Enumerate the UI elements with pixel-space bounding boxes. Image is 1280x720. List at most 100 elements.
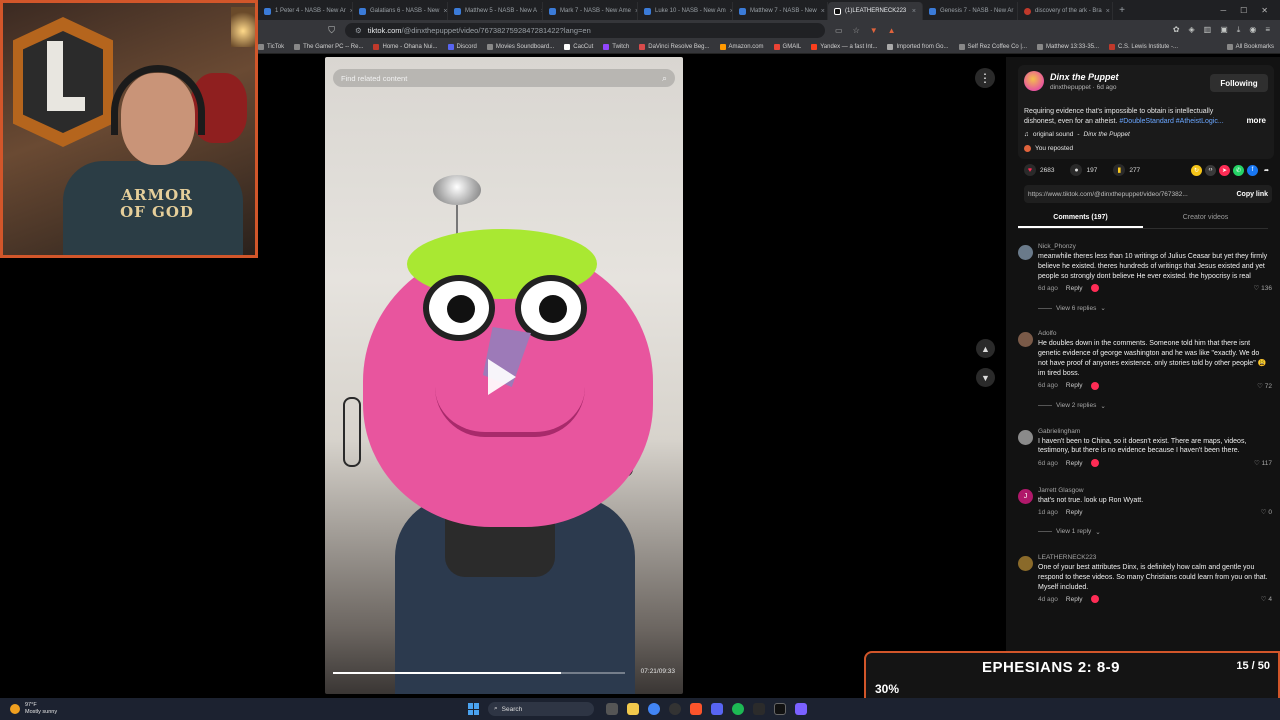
reply-button[interactable]: Reply — [1066, 596, 1083, 603]
bookmark-item[interactable]: GMAIL — [773, 43, 801, 50]
task-view-icon[interactable] — [606, 703, 618, 715]
comment-like-button[interactable]: ♡ 117 — [1254, 459, 1272, 467]
video-player[interactable]: Find related content ⌕ 07:21/09:33 — [325, 57, 683, 694]
file-explorer-icon[interactable] — [627, 703, 639, 715]
reply-button[interactable]: Reply — [1066, 460, 1083, 467]
browser-tab-active[interactable]: (1)LEATHERNECK223 × — [828, 2, 923, 20]
comment-like-button[interactable]: ♡ 72 — [1257, 382, 1272, 390]
sound-info[interactable]: ♫ original sound - Dinx the Puppet — [1024, 131, 1130, 138]
avatar[interactable] — [1018, 245, 1033, 260]
new-tab-button[interactable]: + — [1113, 5, 1131, 16]
discord-icon[interactable] — [711, 703, 723, 715]
reply-button[interactable]: Reply — [1066, 509, 1083, 516]
close-window-icon[interactable]: ✕ — [1261, 6, 1268, 15]
comment-username[interactable]: Jarrett Glasgow — [1038, 487, 1268, 494]
brave-icon[interactable] — [690, 703, 702, 715]
close-tab-icon[interactable]: × — [443, 8, 447, 15]
menu-icon[interactable]: ≡ — [1265, 25, 1270, 35]
bookmark-item[interactable]: Yandex — a fast Int... — [811, 43, 877, 50]
extension-icon[interactable]: ✿ — [1173, 25, 1180, 35]
maximize-icon[interactable]: ☐ — [1240, 6, 1247, 15]
bookmark-item[interactable]: Movies Soundboard... — [486, 43, 554, 50]
comment-like-button[interactable]: ♡ 0 — [1261, 508, 1272, 516]
bookmark-item[interactable]: Discord — [447, 43, 477, 50]
browser-tab[interactable]: Galatians 6 - NASB - New × — [353, 2, 448, 20]
view-replies-button[interactable]: View 6 replies ⌄ — [1038, 304, 1274, 312]
obs-icon[interactable] — [669, 703, 681, 715]
avatar[interactable]: J — [1018, 489, 1033, 505]
warning-icon[interactable]: ▲ — [888, 26, 896, 35]
comment-like-button[interactable]: ♡ 136 — [1254, 284, 1273, 292]
bookmark-item[interactable]: Matthew 13:33-35... — [1037, 43, 1099, 50]
view-replies-button[interactable]: View 2 replies ⌄ — [1038, 402, 1274, 410]
star-icon[interactable]: ☆ — [853, 26, 860, 35]
bookmark-item[interactable]: Self Rez Coffee Co |... — [958, 43, 1027, 50]
weather-widget[interactable]: 97°F Mostly sunny — [0, 702, 120, 716]
view-replies-button[interactable]: View 1 reply ⌄ — [1038, 528, 1274, 536]
next-video-button[interactable]: ▼ — [976, 368, 995, 387]
comment-username[interactable]: Nick_Phonzy — [1038, 243, 1268, 250]
chrome-icon[interactable] — [648, 703, 660, 715]
browser-tab[interactable]: discovery of the ark - Bra × — [1018, 2, 1113, 20]
puzzle-icon[interactable]: ◈ — [1189, 25, 1195, 35]
caption-more-button[interactable]: more — [1246, 116, 1266, 125]
facebook-icon[interactable]: f — [1247, 164, 1258, 176]
reply-button[interactable]: Reply — [1066, 382, 1083, 389]
bookmark-item[interactable]: Twitch — [603, 43, 629, 50]
close-tab-icon[interactable]: × — [1106, 8, 1110, 15]
copy-link-button[interactable]: Copy link — [1230, 191, 1268, 198]
bookmark-item[interactable]: TicTok — [258, 43, 284, 50]
video-progress-bar[interactable] — [333, 672, 625, 674]
share-icon[interactable]: ➦ — [1261, 165, 1272, 176]
share-link-field[interactable]: https://www.tiktok.com/@dinxthepuppet/vi… — [1028, 191, 1230, 198]
hashtags[interactable]: #DoubleStandard #AtheistLogic... — [1119, 118, 1223, 125]
repost-share-icon[interactable]: ↻ — [1191, 164, 1202, 176]
tab-comments[interactable]: Comments (197) — [1018, 209, 1143, 228]
related-search-input[interactable]: Find related content ⌕ — [333, 69, 675, 87]
browser-tab[interactable]: Matthew 7 - NASB - New × — [733, 2, 828, 20]
browser-tab[interactable]: Genesis 7 - NASB - New Ar× — [923, 2, 1018, 20]
screen-icon[interactable]: ▭ — [835, 26, 843, 35]
bookmark-item[interactable]: DaVinci Resolve Beg... — [639, 43, 710, 50]
browser-tab[interactable]: Luke 10 - NASB - New Am× — [638, 2, 733, 20]
bookmark-item[interactable]: CacCut — [564, 43, 593, 50]
bookmark-item[interactable]: The Gamer PC -- Re... — [294, 43, 363, 50]
send-icon[interactable]: ➤ — [1219, 164, 1230, 176]
profile-icon[interactable]: ◉ — [1249, 25, 1256, 35]
close-tab-icon[interactable]: × — [821, 8, 825, 15]
bookmark-item[interactable]: Imported from Go... — [887, 43, 949, 50]
comment-username[interactable]: LEATHERNECK223 — [1038, 554, 1268, 561]
author-name[interactable]: Dinx the Puppet — [1050, 72, 1119, 82]
site-info-icon[interactable]: ⚙ — [355, 26, 362, 35]
like-button[interactable]: ♥ 2683 — [1024, 164, 1054, 176]
reply-button[interactable]: Reply — [1066, 285, 1083, 292]
minimize-icon[interactable]: ─ — [1220, 6, 1226, 15]
close-tab-icon[interactable]: × — [912, 8, 916, 15]
all-bookmarks[interactable]: All Bookmarks — [1226, 43, 1280, 50]
avatar[interactable] — [1018, 332, 1033, 348]
capcut-icon[interactable] — [774, 703, 786, 715]
download-icon[interactable]: ⤓ — [1237, 25, 1241, 35]
steam-icon[interactable] — [753, 703, 765, 715]
avatar[interactable] — [1018, 555, 1033, 571]
avatar[interactable] — [1024, 71, 1044, 91]
browser-tab[interactable]: 1 Peter 4 - NASB - New Ar× — [258, 2, 353, 20]
comment-username[interactable]: Adolfo — [1038, 330, 1268, 337]
save-button[interactable]: ▮ 277 — [1113, 164, 1140, 176]
bookmark-item[interactable]: C.S. Lewis Institute -... — [1109, 43, 1178, 50]
comment-like-button[interactable]: ♡ 4 — [1261, 595, 1272, 603]
following-button[interactable]: Following — [1210, 74, 1268, 92]
embed-icon[interactable]: ‹› — [1205, 164, 1216, 176]
bookmark-page-icon[interactable]: ⛉ — [328, 25, 335, 36]
tab-creator-videos[interactable]: Creator videos — [1143, 209, 1268, 228]
url-field[interactable]: ⚙ tiktok.com/@dinxthepuppet/video/767382… — [345, 22, 825, 38]
avatar[interactable] — [1018, 429, 1033, 445]
brave-shield-icon[interactable]: ▼ — [870, 26, 878, 35]
taskbar-search[interactable]: ⌕ Search — [488, 702, 594, 716]
comment-username[interactable]: Gabrielingham — [1038, 428, 1268, 435]
more-options-button[interactable]: ⋮ — [975, 68, 995, 88]
comment-button[interactable]: ● 197 — [1070, 164, 1097, 176]
play-icon[interactable] — [488, 359, 516, 395]
windows-start-icon[interactable] — [468, 703, 480, 715]
browser-tab[interactable]: Mark 7 - NASB - New Ame× — [543, 2, 638, 20]
